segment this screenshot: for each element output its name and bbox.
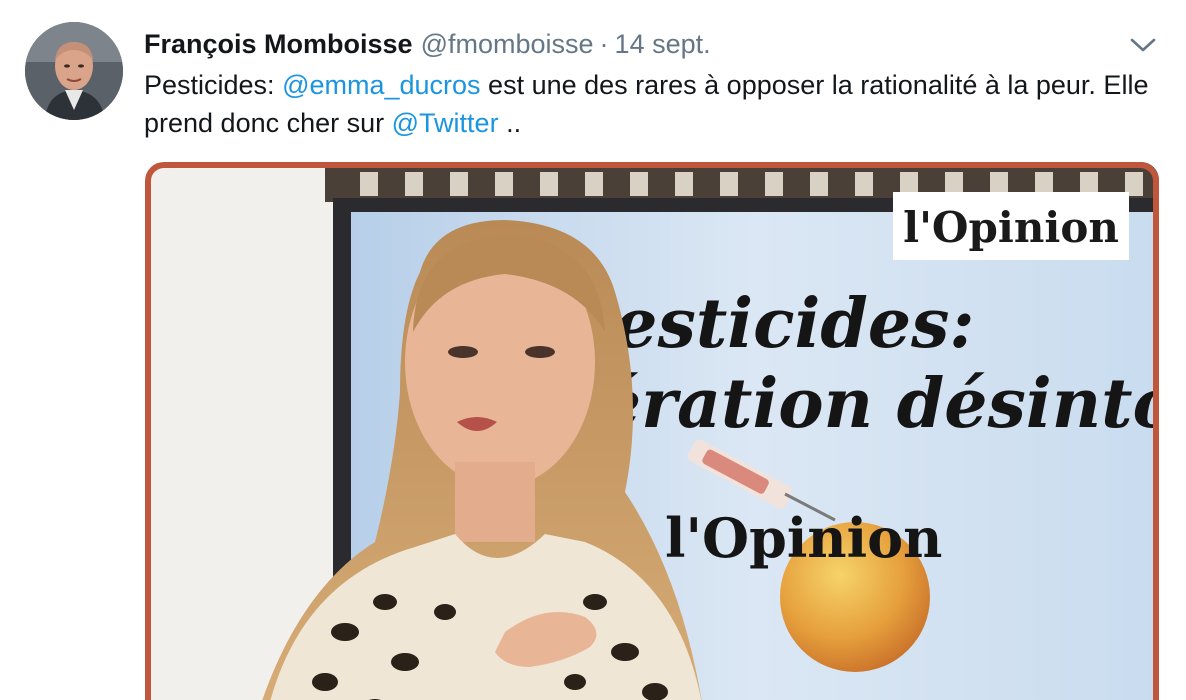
tweet-text: Pesticides: @emma_ducros est une des rar… xyxy=(144,66,1164,142)
tweet-text-start: Pesticides: xyxy=(144,70,283,100)
author-handle[interactable]: @fmomboisse xyxy=(421,29,594,59)
opinion-logo-top: l'Opinion xyxy=(903,203,1119,252)
tweet-text-end: .. xyxy=(498,108,522,138)
author-avatar[interactable] xyxy=(25,22,123,120)
header-separator: · xyxy=(599,29,609,59)
mention-emma-ducros[interactable]: @emma_ducros xyxy=(282,70,480,100)
tweet-header: François Momboisse @fmomboisse · 14 sept. xyxy=(144,25,1116,63)
video-thumbnail[interactable]: l'Opinion Pesticides: opération désintox… xyxy=(145,162,1159,700)
mention-twitter[interactable]: @Twitter xyxy=(392,108,499,138)
tweet[interactable]: François Momboisse @fmomboisse · 14 sept. P… xyxy=(0,0,1186,700)
tweet-date[interactable]: 14 sept. xyxy=(615,29,711,59)
chevron-down-icon[interactable] xyxy=(1126,33,1160,57)
author-name[interactable]: François Momboisse xyxy=(144,29,413,59)
opinion-logo-bottom: l'Opinion xyxy=(665,506,942,570)
